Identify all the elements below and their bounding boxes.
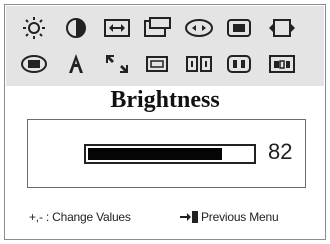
vertical-position-icon[interactable] xyxy=(139,14,175,42)
change-values-hint: +,- : Change Values xyxy=(29,210,131,224)
osd-timeout-icon[interactable] xyxy=(264,50,300,78)
menu-icon-panel xyxy=(6,6,324,86)
color-icon[interactable] xyxy=(221,14,257,42)
osd-window: Brightness 82 +,- : Change Values Previo… xyxy=(4,4,326,240)
text-graphics-icon[interactable] xyxy=(58,50,94,78)
horizontal-position-icon[interactable] xyxy=(99,14,135,42)
previous-menu-hint: Previous Menu xyxy=(201,210,279,224)
display-mode-icon[interactable] xyxy=(16,50,52,78)
brightness-slider-fill xyxy=(88,148,222,160)
reset-icon[interactable] xyxy=(264,14,300,42)
size-icon[interactable] xyxy=(99,50,135,78)
brightness-icon[interactable] xyxy=(16,14,52,42)
brightness-value: 82 xyxy=(268,139,293,164)
moire-icon[interactable] xyxy=(139,50,175,78)
contrast-icon[interactable] xyxy=(58,14,94,42)
brightness-slider[interactable] xyxy=(84,144,256,164)
information-icon[interactable] xyxy=(221,50,257,78)
zoom-icon[interactable] xyxy=(181,14,217,42)
menu-key-icon xyxy=(179,210,199,229)
brightness-control-frame: 82 xyxy=(27,119,306,188)
menu-title: Brightness xyxy=(110,87,220,113)
degauss-icon[interactable] xyxy=(181,50,217,78)
